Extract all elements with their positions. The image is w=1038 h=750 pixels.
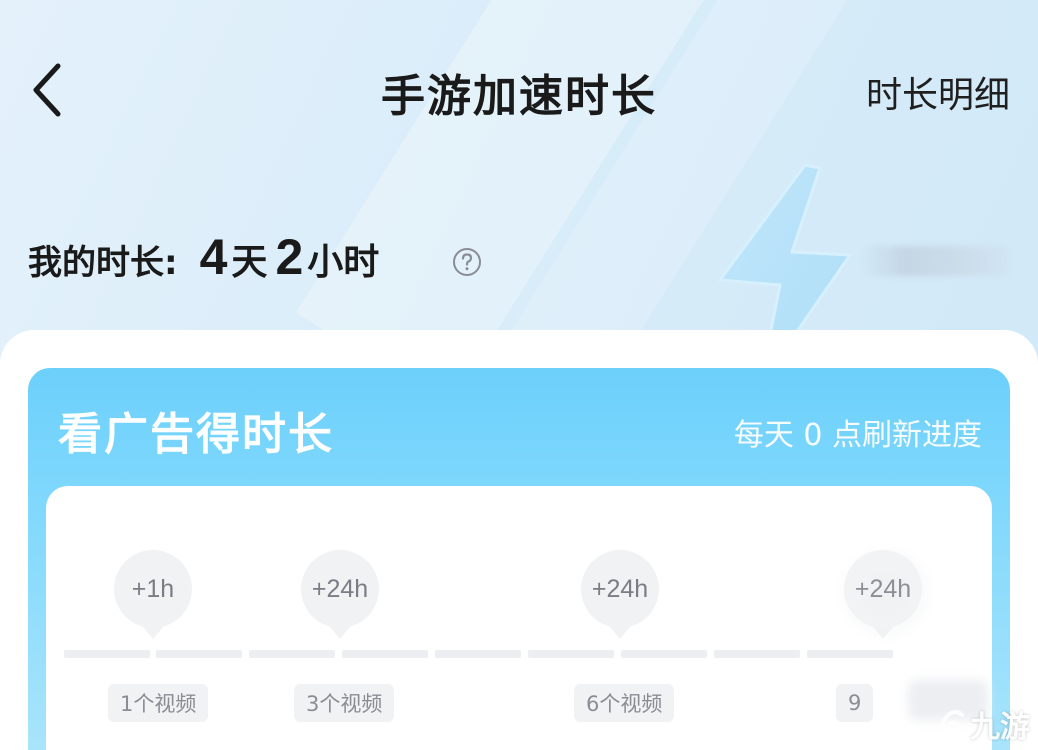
progress-segment bbox=[807, 650, 893, 658]
milestone-requirement-1: 1个视频 bbox=[108, 684, 209, 722]
milestone-reward-3: +24h bbox=[581, 550, 659, 628]
milestone-requirement-4: 9 bbox=[836, 684, 874, 722]
header: 手游加速时长 时长明细 bbox=[0, 0, 1038, 180]
progress-segment bbox=[156, 650, 242, 658]
watermark: 九游 bbox=[936, 702, 1030, 746]
duration-detail-link[interactable]: 时长明细 bbox=[866, 66, 1010, 118]
bubble-pointer bbox=[330, 627, 350, 639]
progress-panel: +1h +24h +24h +24h 1个视频 3个视频 6个视频 9 bbox=[46, 486, 992, 750]
chevron-left-icon bbox=[33, 63, 61, 117]
milestone-reward-2: +24h bbox=[301, 550, 379, 628]
progress-segment bbox=[714, 650, 800, 658]
milestone-requirement-3: 6个视频 bbox=[574, 684, 675, 722]
bubble-pointer bbox=[873, 627, 893, 639]
progress-segment bbox=[64, 650, 150, 658]
duration-hours-unit: 小时 bbox=[307, 242, 380, 283]
card-title: 看广告得时长 bbox=[58, 409, 334, 460]
progress-segment bbox=[249, 650, 335, 658]
duration-days-unit: 天 bbox=[231, 242, 268, 283]
bubble-pointer bbox=[610, 627, 630, 639]
milestone-reward-1: +1h bbox=[114, 550, 192, 628]
back-button[interactable] bbox=[22, 58, 72, 122]
my-duration: 我的时长: 4 天 2 小时 bbox=[28, 228, 379, 292]
duration-hours-value: 2 bbox=[275, 229, 304, 285]
progress-segment bbox=[528, 650, 614, 658]
duration-label: 我的时长: bbox=[28, 243, 178, 283]
milestone-requirement-2: 3个视频 bbox=[294, 684, 395, 722]
help-button[interactable] bbox=[452, 247, 482, 277]
bubble-pointer bbox=[143, 627, 163, 639]
milestone-reward-4: +24h bbox=[844, 550, 922, 628]
ad-reward-card: 看广告得时长 每天 0 点刷新进度 +1h +24h +24h +24h 1个视… bbox=[28, 368, 1010, 750]
refresh-note: 每天 0 点刷新进度 bbox=[733, 418, 982, 453]
blurred-text bbox=[860, 246, 1010, 276]
progress-segment bbox=[435, 650, 521, 658]
progress-segment bbox=[621, 650, 707, 658]
watermark-text: 九游 bbox=[970, 710, 1030, 745]
duration-days-value: 4 bbox=[199, 229, 228, 285]
jiuyou-logo-icon bbox=[940, 710, 964, 739]
question-circle-icon bbox=[453, 248, 481, 276]
progress-segment bbox=[342, 650, 428, 658]
